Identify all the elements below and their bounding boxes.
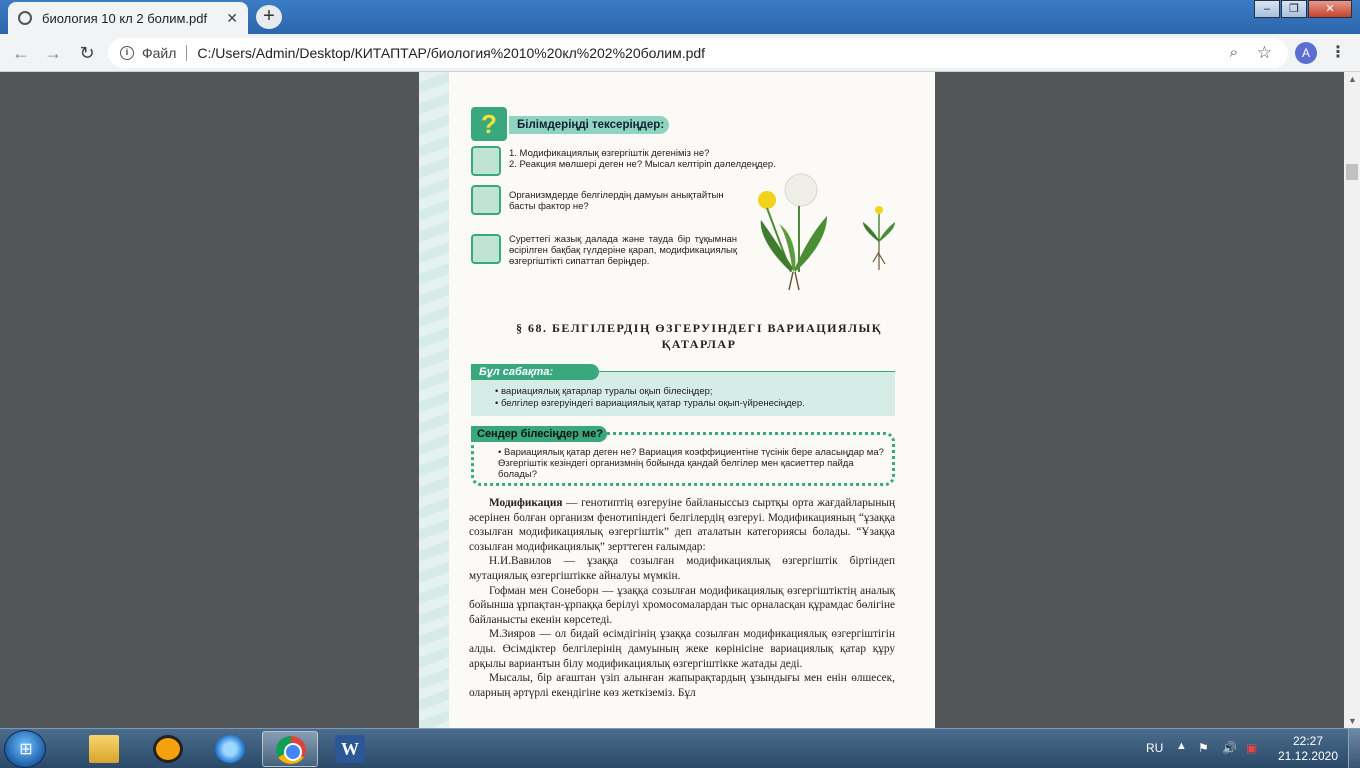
check-knowledge-title: Білімдеріңді тексеріңдер: [509, 116, 669, 134]
minimize-button[interactable]: – [1254, 0, 1280, 18]
browser-toolbar: ← → ↻ i Файл C:/Users/Admin/Desktop/КИТА… [0, 34, 1360, 72]
question-3: Организмдерде белгілердің дамуын анықтай… [509, 190, 724, 212]
lesson-item-2: • белгілер өзгеруіндегі вариациялық қата… [495, 398, 805, 409]
dandelion-illustration [758, 173, 827, 291]
taskbar-chrome[interactable] [262, 731, 318, 767]
address-scheme: Файл [142, 45, 177, 61]
paragraph-4: М.Зияров — ол бидай өсімдігінің ұзаққа с… [469, 628, 895, 670]
taskbar-ie[interactable] [202, 731, 258, 767]
forward-button[interactable]: → [42, 42, 64, 64]
paragraph-3: Гофман мен Сонеборн — ұзаққа созылған мо… [469, 584, 895, 626]
lesson-item-1: • вариациялық қатарлар туралы оқып білес… [495, 386, 713, 397]
folder-icon [89, 735, 119, 763]
network-error-icon[interactable]: ▣ [1246, 741, 1262, 755]
address-url[interactable]: C:/Users/Admin/Desktop/КИТАПТАР/биология… [197, 45, 705, 61]
address-bar[interactable]: i Файл C:/Users/Admin/Desktop/КИТАПТАР/б… [108, 38, 1288, 68]
window-controls: – ❐ ✕ [1253, 0, 1352, 18]
browser-titlebar: биология 10 кл 2 болим.pdf ✕ + – ❐ ✕ [0, 0, 1360, 34]
do-you-know-text: • Вариациялық қатар деген не? Вариация к… [498, 447, 884, 480]
scroll-down-icon[interactable]: ▼ [1348, 716, 1357, 726]
do-you-know-title: Сендер білесіңдер ме? [471, 426, 607, 442]
close-window-button[interactable]: ✕ [1308, 0, 1352, 18]
bookmark-star-icon[interactable]: ☆ [1257, 43, 1272, 63]
windows-logo-icon: ⊞ [19, 741, 33, 758]
question-4: Суреттегі жазық далада және тауда бір тұ… [509, 234, 737, 267]
paragraph-5: Мысалы, бір ағаштан үзіп алынған жапырақ… [469, 672, 895, 699]
maximize-button[interactable]: ❐ [1281, 0, 1307, 18]
info-icon[interactable]: i [120, 46, 134, 60]
magnifier-icon [471, 234, 501, 264]
tab-close-icon[interactable]: ✕ [226, 10, 238, 27]
scroll-thumb[interactable] [1346, 164, 1358, 180]
page-decor-stripe [419, 72, 449, 728]
taskbar-avast[interactable] [140, 731, 196, 767]
pdf-viewer[interactable]: ? Білімдеріңді тексеріңдер: 1. Модификац… [0, 72, 1344, 728]
scroll-up-icon[interactable]: ▲ [1348, 74, 1357, 84]
browser-tab-pdf[interactable]: биология 10 кл 2 болим.pdf ✕ [8, 2, 248, 34]
head-icon [471, 185, 501, 215]
language-indicator[interactable]: RU [1146, 741, 1163, 755]
paragraph-1: Модификация — генотиптің өзгеруіне байла… [469, 496, 895, 554]
body-text: Модификация — генотиптің өзгеруіне байла… [469, 496, 895, 700]
avast-icon [153, 735, 183, 763]
browser-menu-icon[interactable]: ⋮ [1330, 42, 1346, 62]
pdf-page: ? Білімдеріңді тексеріңдер: 1. Модификац… [419, 72, 935, 728]
lesson-title: Бұл сабақта: [471, 364, 599, 380]
section-title-line1: § 68. БЕЛГІЛЕРДІҢ ӨЗГЕРУІНДЕГІ ВАРИАЦИЯЛ… [516, 321, 882, 335]
chrome-icon [276, 736, 306, 764]
question-1: 1. Модификациялық өзгергіштік дегеніміз … [509, 148, 710, 159]
paragraph-2: Н.И.Вавилов — ұзаққа созылған модификаци… [469, 555, 895, 582]
tab-title: биология 10 кл 2 болим.pdf [42, 10, 208, 26]
system-clock[interactable]: 22:27 21.12.2020 [1276, 734, 1340, 764]
show-desktop-button[interactable] [1348, 729, 1360, 768]
start-button[interactable]: ⊞ [4, 730, 46, 768]
address-separator [186, 45, 188, 61]
taskbar-explorer[interactable] [76, 731, 132, 767]
windows-taskbar: ⊞ W RU ▲ ⚑ 🔊 ▣ 22:27 21.12.2020 [0, 728, 1360, 768]
viewer-scrollbar[interactable]: ▲ ▼ [1344, 72, 1360, 728]
question-icon: ? [471, 107, 507, 141]
section-title: § 68. БЕЛГІЛЕРДІҢ ӨЗГЕРУІНДЕГІ ВАРИАЦИЯЛ… [499, 320, 899, 352]
reload-button[interactable]: ↻ [76, 42, 98, 64]
term-modification: Модификация [489, 497, 563, 509]
clock-date: 21.12.2020 [1277, 749, 1339, 763]
volume-icon[interactable]: 🔊 [1222, 741, 1238, 755]
taskbar-word[interactable]: W [322, 731, 378, 767]
zoom-icon[interactable]: ⌕ [1230, 44, 1238, 61]
globe-icon [18, 11, 32, 25]
clock-time: 22:27 [1292, 734, 1324, 748]
internet-explorer-icon [215, 735, 245, 763]
word-icon: W [335, 735, 365, 763]
back-button[interactable]: ← [10, 42, 32, 64]
flag-alert-icon[interactable]: ⚑ [1198, 741, 1214, 755]
question-2: 2. Реакция мөлшері деген не? Мысал келті… [509, 159, 776, 170]
new-tab-button[interactable]: + [256, 5, 282, 29]
section-title-line2: ҚАТАРЛАР [661, 337, 737, 351]
book-icon [471, 146, 501, 176]
small-dandelion-illustration [863, 206, 895, 270]
tray-expand-icon[interactable]: ▲ [1176, 740, 1187, 752]
profile-avatar[interactable]: A [1295, 42, 1317, 64]
